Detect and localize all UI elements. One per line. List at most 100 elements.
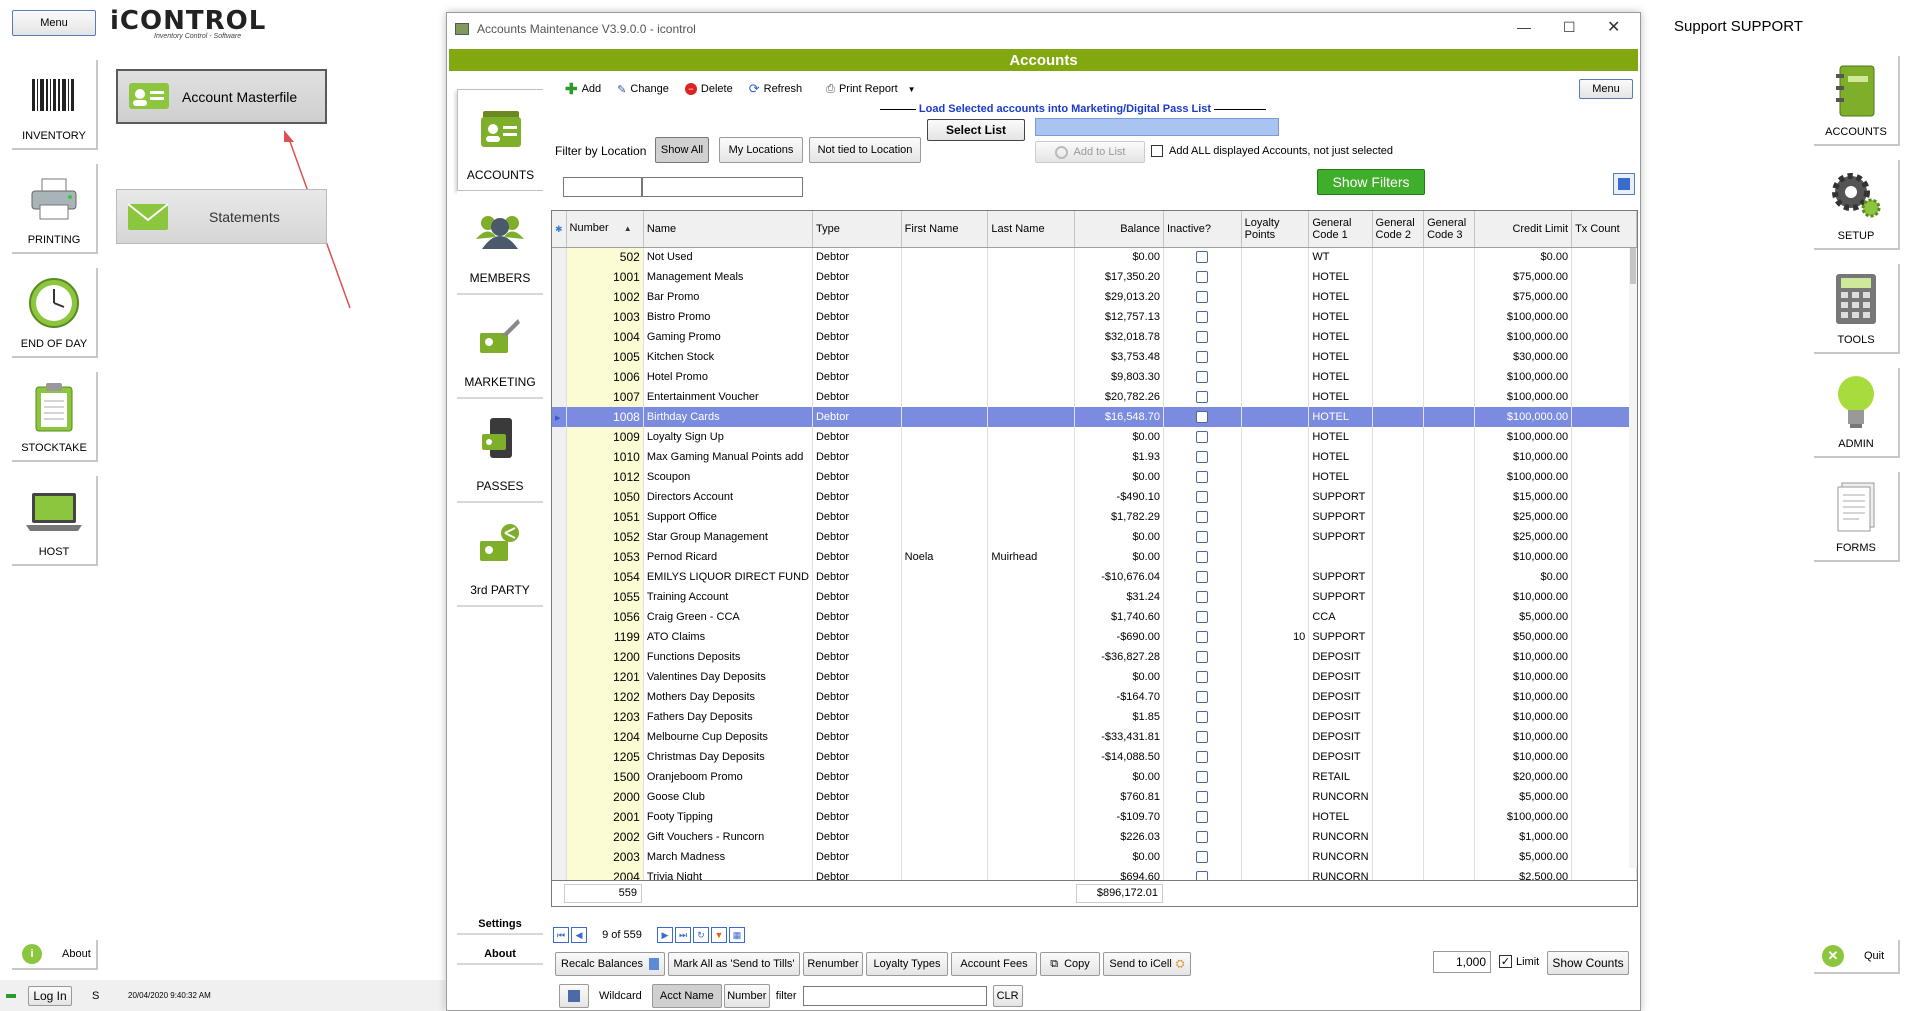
- table-row[interactable]: 1051 Support Office Debtor $1,782.29 SUPPORT…: [552, 507, 1637, 527]
- search-mode-button[interactable]: [559, 984, 589, 1008]
- column-header-balance[interactable]: Balance: [1074, 211, 1164, 248]
- column-header-general-code-1[interactable]: General Code 1: [1308, 211, 1373, 248]
- table-row[interactable]: 1009 Loyalty Sign Up Debtor $0.00 HOTEL $100,…: [552, 427, 1637, 447]
- inactive-checkbox[interactable]: [1196, 591, 1209, 604]
- show-counts-button[interactable]: Show Counts: [1547, 951, 1629, 975]
- column-header-first-name[interactable]: First Name: [901, 211, 989, 248]
- nav-end-of-day[interactable]: END OF DAY: [12, 268, 98, 358]
- add-button[interactable]: ✚ Add: [565, 80, 601, 98]
- filter-my-locations[interactable]: My Locations: [719, 137, 803, 163]
- login-button[interactable]: Log In: [28, 985, 72, 1006]
- column-header-general-code-3[interactable]: General Code 3: [1423, 211, 1475, 248]
- nav-stocktake[interactable]: STOCKTAKE: [12, 372, 98, 462]
- inactive-checkbox[interactable]: [1196, 831, 1209, 844]
- add-to-list-button[interactable]: Add to List: [1035, 141, 1145, 163]
- inactive-checkbox[interactable]: [1196, 711, 1209, 724]
- inactive-checkbox[interactable]: [1196, 631, 1209, 644]
- renumber-button[interactable]: Renumber: [803, 952, 863, 976]
- table-row[interactable]: 1010 Max Gaming Manual Points add Debtor $1…: [552, 447, 1637, 467]
- inactive-checkbox[interactable]: [1196, 271, 1209, 284]
- table-row[interactable]: 2001 Footy Tipping Debtor -$109.70 HOTEL $100…: [552, 807, 1637, 827]
- table-row[interactable]: 1053 Pernod Ricard Debtor Noela Muirhead $0.0…: [552, 547, 1637, 567]
- table-row[interactable]: 2000 Goose Club Debtor $760.81 RUNCORN $5,000…: [552, 787, 1637, 807]
- print-report-button[interactable]: ⎙ Print Report ▼: [826, 83, 915, 96]
- inactive-checkbox[interactable]: [1196, 751, 1209, 764]
- window-menu-button[interactable]: Menu: [1579, 79, 1633, 99]
- table-row[interactable]: 1003 Bistro Promo Debtor $12,757.13 HOTEL $10…: [552, 307, 1637, 327]
- inactive-checkbox[interactable]: [1196, 531, 1209, 544]
- inactive-checkbox[interactable]: [1196, 351, 1209, 364]
- nav-accounts[interactable]: ACCOUNTS: [1814, 56, 1900, 146]
- table-row[interactable]: 2003 March Madness Debtor $0.00 RUNCORN $5,00…: [552, 847, 1637, 867]
- send-to-icell-button[interactable]: Send to iCell ⛭: [1103, 952, 1191, 976]
- tab-3rd-party[interactable]: 3rd PARTY: [457, 503, 543, 607]
- table-row[interactable]: ▸ 1008 Birthday Cards Debtor $16,548.70 HOTEL…: [552, 407, 1637, 427]
- inactive-checkbox[interactable]: [1196, 691, 1209, 704]
- limit-option[interactable]: ✓ Limit: [1499, 955, 1539, 968]
- limit-input[interactable]: 1,000: [1433, 951, 1491, 973]
- inactive-checkbox[interactable]: [1196, 251, 1209, 264]
- column-header-last-name[interactable]: Last Name: [987, 211, 1076, 248]
- scrollbar-thumb[interactable]: [1630, 248, 1636, 284]
- inactive-checkbox[interactable]: [1196, 371, 1209, 384]
- account-fees-button[interactable]: Account Fees: [951, 952, 1037, 976]
- maximize-button[interactable]: ☐: [1563, 19, 1576, 36]
- table-row[interactable]: 1203 Fathers Day Deposits Debtor $1.85 DEPOS…: [552, 707, 1637, 727]
- inactive-checkbox[interactable]: [1196, 811, 1209, 824]
- delete-button[interactable]: − Delete: [684, 83, 733, 95]
- add-all-option[interactable]: Add ALL displayed Accounts, not just sel…: [1151, 145, 1393, 157]
- table-row[interactable]: 1202 Mothers Day Deposits Debtor -$164.70 DE…: [552, 687, 1637, 707]
- nav-printing[interactable]: PRINTING: [12, 164, 98, 254]
- grid-settings-icon[interactable]: [1613, 173, 1635, 195]
- inactive-checkbox[interactable]: [1196, 471, 1209, 484]
- column-header-general-code-2[interactable]: General Code 2: [1372, 211, 1425, 248]
- table-row[interactable]: 1005 Kitchen Stock Debtor $3,753.48 HOTEL $30…: [552, 347, 1637, 367]
- inactive-checkbox[interactable]: [1196, 771, 1209, 784]
- inactive-checkbox[interactable]: [1196, 291, 1209, 304]
- limit-checkbox[interactable]: ✓: [1499, 955, 1512, 968]
- table-row[interactable]: 1052 Star Group Management Debtor $0.00 SUPP…: [552, 527, 1637, 547]
- change-button[interactable]: ✎ Change: [617, 83, 669, 96]
- tab-members[interactable]: MEMBERS: [457, 191, 543, 295]
- table-row[interactable]: 1205 Christmas Day Deposits Debtor -$14,088…: [552, 747, 1637, 767]
- inactive-checkbox[interactable]: [1196, 571, 1209, 584]
- inactive-checkbox[interactable]: [1196, 551, 1209, 564]
- table-row[interactable]: 1006 Hotel Promo Debtor $9,803.30 HOTEL $100,…: [552, 367, 1637, 387]
- inactive-checkbox[interactable]: [1196, 391, 1209, 404]
- about-link[interactable]: About: [457, 943, 543, 965]
- loyalty-types-button[interactable]: Loyalty Types: [866, 952, 948, 976]
- column-header-number[interactable]: Number ▲: [566, 211, 644, 248]
- table-row[interactable]: 1002 Bar Promo Debtor $29,013.20 HOTEL $75,00…: [552, 287, 1637, 307]
- list-select-field[interactable]: [1035, 118, 1279, 136]
- clear-button[interactable]: CLR: [992, 985, 1023, 1007]
- nav-host[interactable]: HOST: [12, 476, 98, 566]
- statements-button[interactable]: Statements: [116, 189, 327, 244]
- inactive-checkbox[interactable]: [1196, 311, 1209, 324]
- first-record-icon[interactable]: ⏮: [553, 927, 569, 943]
- table-row[interactable]: 1054 EMILYS LIQUOR DIRECT FUND Debtor -$10,…: [552, 567, 1637, 587]
- table-row[interactable]: 1204 Melbourne Cup Deposits Debtor -$33,431…: [552, 727, 1637, 747]
- last-record-icon[interactable]: ⏭: [675, 927, 691, 943]
- column-header-type[interactable]: Type: [812, 211, 902, 248]
- mark-all-send-button[interactable]: Mark All as 'Send to Tills': [668, 952, 800, 976]
- nav-forms[interactable]: FORMS: [1814, 472, 1900, 562]
- filter-not-tied[interactable]: Not tied to Location: [809, 137, 921, 163]
- tab-passes[interactable]: PASSES: [457, 399, 543, 503]
- quit-button[interactable]: ✕ Quit: [1814, 940, 1900, 974]
- tab-accounts[interactable]: ACCOUNTS: [457, 89, 543, 191]
- nav-inventory[interactable]: INVENTORY: [12, 60, 98, 150]
- table-row[interactable]: 1050 Directors Account Debtor -$490.10 SUPPO…: [552, 487, 1637, 507]
- minimize-button[interactable]: —: [1517, 19, 1531, 35]
- nav-setup[interactable]: SETUP: [1814, 160, 1900, 250]
- refresh-record-icon[interactable]: ↻: [693, 927, 709, 943]
- filter-record-icon[interactable]: ▼: [711, 927, 727, 943]
- column-header-name[interactable]: Name: [643, 211, 813, 248]
- acct-name-button[interactable]: Acct Name: [651, 984, 722, 1008]
- inactive-checkbox[interactable]: [1196, 611, 1209, 624]
- column-header-tx-count[interactable]: Tx Count: [1571, 211, 1637, 248]
- column-header-inactive[interactable]: Inactive?: [1163, 211, 1242, 248]
- table-row[interactable]: 1201 Valentines Day Deposits Debtor $0.00 DE…: [552, 667, 1637, 687]
- account-masterfile-button[interactable]: Account Masterfile: [116, 69, 327, 124]
- table-row[interactable]: 1055 Training Account Debtor $31.24 SUPPORT $…: [552, 587, 1637, 607]
- vertical-scrollbar[interactable]: [1629, 248, 1637, 868]
